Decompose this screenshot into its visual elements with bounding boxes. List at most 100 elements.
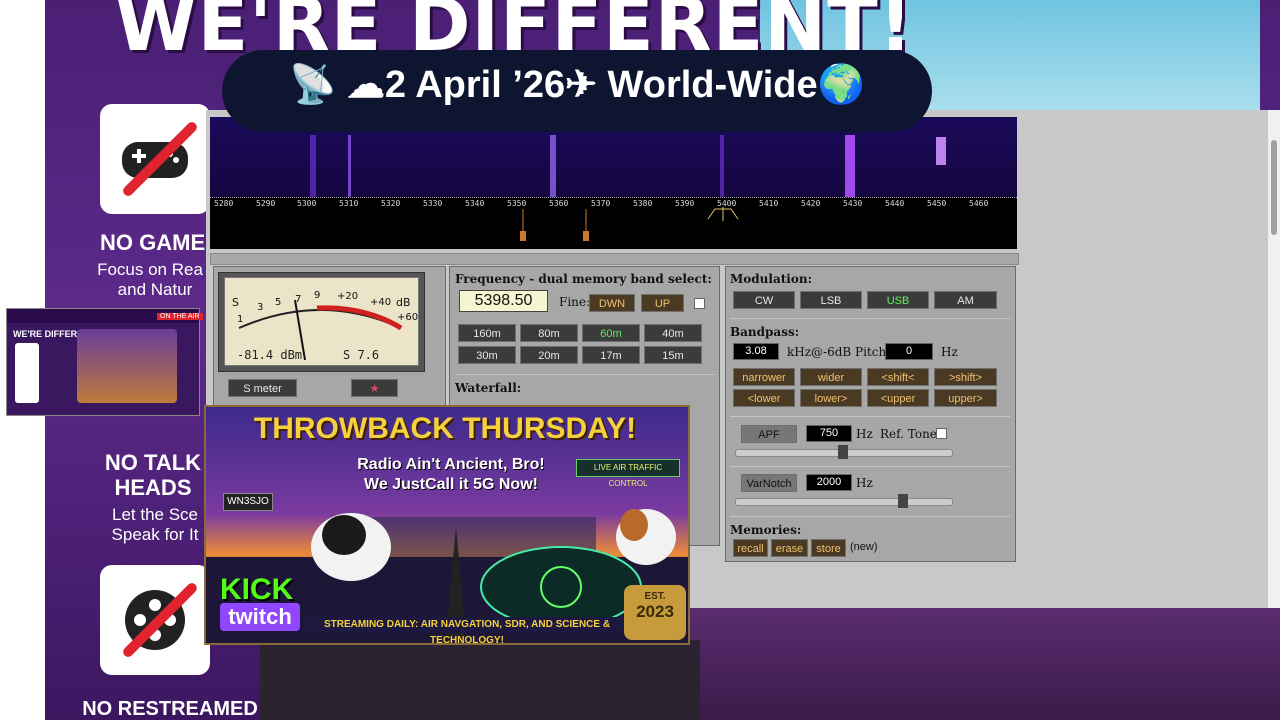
s-meter-label: dB bbox=[396, 296, 411, 309]
divider bbox=[455, 374, 715, 375]
s-meter-label: 1 bbox=[237, 314, 244, 325]
upper-up-button[interactable]: upper> bbox=[934, 389, 997, 407]
apf-field[interactable]: 750 bbox=[806, 425, 852, 442]
upper-down-button[interactable]: <upper bbox=[867, 389, 929, 407]
band-button-20m[interactable]: 20m bbox=[520, 346, 578, 364]
memory-recall-button[interactable]: recall bbox=[733, 539, 768, 557]
pitch-field[interactable]: 0 bbox=[885, 343, 933, 360]
divider bbox=[730, 318, 1010, 319]
mode-button-lsb[interactable]: LSB bbox=[800, 291, 862, 309]
memory-status: (new) bbox=[850, 541, 878, 553]
frequency-input[interactable]: 5398.50 bbox=[459, 290, 548, 312]
shift-down-button[interactable]: <shift< bbox=[867, 368, 929, 386]
narrower-button[interactable]: narrower bbox=[733, 368, 795, 386]
spectrum-divider[interactable] bbox=[210, 253, 1019, 265]
s-meter-label: +60 bbox=[397, 312, 419, 323]
scrollbar-thumb[interactable] bbox=[1271, 140, 1277, 235]
s-meter-label: 9 bbox=[314, 290, 321, 301]
signal-trace bbox=[845, 135, 855, 197]
stream-art-lower bbox=[690, 608, 1280, 720]
title-banner-text: 📡 ☁2 April ’26✈ World-Wide🌍 bbox=[289, 64, 865, 106]
film-reel-icon bbox=[100, 565, 210, 675]
ref-tone-label: Ref. Tone bbox=[880, 427, 937, 441]
card-title-no-talk: NO TALK bbox=[104, 450, 202, 475]
throwback-title: THROWBACK THURSDAY! bbox=[253, 412, 637, 445]
s-meter-face: S 1 3 5 7 9 +20 +40 dB +60 -81.4 dBm S 7… bbox=[224, 277, 419, 366]
fine-label: Fine: bbox=[559, 295, 591, 309]
card-subtitle-line: Let the Sce bbox=[111, 505, 198, 524]
gamepad-icon bbox=[100, 104, 210, 214]
varnotch-slider[interactable] bbox=[735, 498, 953, 506]
throwback-line-1: Radio Ain't Ancient, Bro! bbox=[357, 456, 545, 473]
callsign-label: WN3SJO bbox=[223, 493, 273, 511]
card-title-no-restreamed: NO RESTREAMED bbox=[82, 698, 258, 720]
card-title-no-games: NO GAMES bbox=[100, 230, 220, 255]
band-button-30m[interactable]: 30m bbox=[458, 346, 516, 364]
shift-up-button[interactable]: >shift> bbox=[934, 368, 997, 386]
mode-button-am[interactable]: AM bbox=[934, 291, 997, 309]
band-button-60m[interactable]: 60m bbox=[582, 324, 640, 342]
s-meter-label: +20 bbox=[337, 291, 359, 302]
wider-button[interactable]: wider bbox=[800, 368, 862, 386]
lower-up-button[interactable]: lower> bbox=[800, 389, 862, 407]
divider bbox=[730, 516, 1010, 517]
band-button-17m[interactable]: 17m bbox=[582, 346, 640, 364]
memory-erase-button[interactable]: erase bbox=[771, 539, 808, 557]
ref-tone-checkbox[interactable] bbox=[936, 428, 947, 439]
s-meter-label: 3 bbox=[257, 302, 264, 313]
apf-unit: Hz bbox=[856, 427, 873, 441]
apf-button[interactable]: APF bbox=[741, 425, 797, 443]
bandpass-width-field[interactable]: 3.08 bbox=[733, 343, 779, 360]
card-subtitle-line: Speak for It bbox=[111, 525, 199, 544]
est-year: 2023 bbox=[636, 602, 674, 621]
band-button-40m[interactable]: 40m bbox=[644, 324, 702, 342]
band-button-15m[interactable]: 15m bbox=[644, 346, 702, 364]
mode-button-cw[interactable]: CW bbox=[733, 291, 795, 309]
s-meter-dbm: -81.4 dBm bbox=[237, 348, 303, 362]
kick-logo: KICK bbox=[220, 573, 294, 606]
signal-trace bbox=[936, 137, 946, 165]
signal-trace bbox=[550, 135, 556, 197]
s-meter-label: S bbox=[232, 296, 239, 309]
card-title-heads: HEADS bbox=[114, 475, 192, 500]
throwback-bottom-banner: STREAMING DAILY: AIR NAVGATION, SDR, AND… bbox=[302, 617, 632, 646]
passband-markers bbox=[520, 207, 739, 241]
s-meter-label: +40 bbox=[370, 297, 392, 308]
bandpass-width-unit: kHz@-6dB bbox=[787, 345, 852, 359]
freq-down-button[interactable]: DWN bbox=[589, 294, 635, 312]
twitch-logo: twitch bbox=[220, 603, 300, 631]
on-air-badge: ON THE AIR bbox=[157, 313, 203, 320]
band-button-160m[interactable]: 160m bbox=[458, 324, 516, 342]
band-button-80m[interactable]: 80m bbox=[520, 324, 578, 342]
lower-down-button[interactable]: <lower bbox=[733, 389, 795, 407]
modulation-title: Modulation: bbox=[730, 272, 812, 286]
signal-trace bbox=[348, 135, 351, 197]
mini-cards bbox=[15, 343, 39, 403]
varnotch-unit: Hz bbox=[856, 476, 873, 490]
throwback-line-2: We JustCall it 5G Now! bbox=[364, 476, 538, 493]
varnotch-slider-thumb[interactable] bbox=[898, 494, 908, 508]
est-badge: EST. 2023 bbox=[624, 585, 686, 640]
card-subtitle-line: and Natur bbox=[117, 280, 193, 299]
freq-up-button[interactable]: UP bbox=[641, 294, 684, 312]
waterfall-title: Waterfall: bbox=[455, 381, 522, 395]
signal-trace bbox=[310, 135, 316, 197]
fine-checkbox[interactable] bbox=[694, 298, 705, 309]
memory-store-button[interactable]: store bbox=[811, 539, 846, 557]
card-subtitle-line: Focus on Rea bbox=[97, 260, 203, 279]
memories-title: Memories: bbox=[730, 523, 802, 537]
s-meter-s-value: S 7.6 bbox=[343, 348, 380, 362]
s-meter-label: 5 bbox=[275, 297, 282, 308]
apf-slider-thumb[interactable] bbox=[838, 445, 848, 459]
s-meter-label: 7 bbox=[295, 294, 302, 305]
pin-icon[interactable]: ★ bbox=[351, 379, 398, 397]
varnotch-field[interactable]: 2000 bbox=[806, 474, 852, 491]
mini-artwork bbox=[77, 329, 177, 403]
atc-label: LIVE AIR TRAFFIC CONTROL bbox=[576, 459, 680, 488]
divider bbox=[730, 416, 1010, 417]
mode-button-usb[interactable]: USB bbox=[867, 291, 929, 309]
varnotch-button[interactable]: VarNotch bbox=[741, 474, 797, 492]
modulation-panel bbox=[725, 266, 1016, 562]
frequency-scale[interactable]: 5280 5290 5300 5310 5320 5330 5340 5350 … bbox=[210, 197, 1017, 249]
s-meter-button[interactable]: S meter bbox=[228, 379, 297, 397]
